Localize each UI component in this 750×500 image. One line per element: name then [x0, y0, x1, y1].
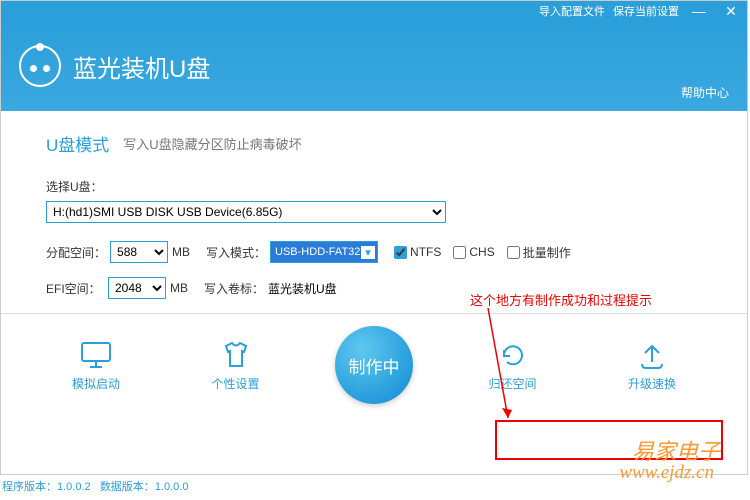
chs-checkbox[interactable]: CHS — [453, 245, 494, 259]
alloc-space-label: 分配空间： — [46, 244, 106, 261]
alloc-space-dropdown[interactable]: 588 — [110, 241, 168, 263]
volname-input[interactable] — [268, 278, 388, 298]
efi-space-dropdown[interactable]: 2048 — [108, 277, 166, 299]
upgrade-label: 升级速换 — [628, 375, 676, 392]
personal-label: 个性设置 — [211, 375, 259, 392]
annotation-arrow — [478, 308, 518, 428]
app-title: 蓝光装机U盘 — [73, 49, 210, 84]
alloc-unit: MB — [172, 245, 190, 259]
minimize-button[interactable]: — — [687, 2, 711, 20]
volname-label: 写入卷标： — [204, 280, 264, 297]
mode-desc: 写入U盘隐藏分区防止病毒破坏 — [123, 134, 301, 153]
save-settings-link[interactable]: 保存当前设置 — [613, 3, 679, 19]
import-config-link[interactable]: 导入配置文件 — [539, 3, 605, 19]
help-link[interactable]: 帮助中心 — [681, 84, 729, 101]
make-label: 制作中 — [349, 353, 400, 378]
monitor-icon — [78, 339, 114, 371]
write-mode-label: 写入模式： — [206, 244, 266, 261]
personal-button[interactable]: 个性设置 — [196, 339, 276, 392]
write-mode-value: USB-HDD-FAT32 — [275, 246, 360, 258]
chevron-down-icon: ▾ — [361, 246, 375, 259]
batch-checkbox[interactable]: 批量制作 — [507, 244, 571, 261]
batch-checkbox-input[interactable] — [507, 246, 520, 259]
mode-title: U盘模式 — [46, 131, 109, 156]
chs-checkbox-input[interactable] — [453, 246, 466, 259]
ntfs-checkbox-input[interactable] — [394, 246, 407, 259]
actions-bar: 模拟启动 个性设置 制作中 归还空间 升级 — [46, 322, 702, 404]
footer-version: 程序版本：1.0.0.2 数据版本：1.0.0.0 — [2, 478, 188, 494]
make-button[interactable]: 制作中 — [335, 326, 413, 404]
upgrade-button[interactable]: 升级速换 — [612, 339, 692, 392]
sim-boot-label: 模拟启动 — [72, 375, 120, 392]
header: 蓝光装机U盘 帮助中心 — [1, 21, 747, 111]
tshirt-icon — [218, 339, 254, 371]
efi-unit: MB — [170, 281, 188, 295]
divider — [1, 313, 747, 314]
ntfs-checkbox[interactable]: NTFS — [394, 245, 441, 259]
select-usb-dropdown[interactable]: H:(hd1)SMI USB DISK USB Device(6.85G) — [46, 201, 446, 223]
batch-label: 批量制作 — [523, 244, 571, 261]
select-usb-label: 选择U盘： — [46, 178, 104, 195]
efi-space-label: EFI空间： — [46, 280, 104, 297]
annotation-text: 这个地方有制作成功和过程提示 — [470, 290, 652, 309]
close-button[interactable]: ✕ — [719, 2, 743, 20]
write-mode-dropdown[interactable]: USB-HDD-FAT32 ▾ — [270, 241, 378, 263]
titlebar: 导入配置文件 保存当前设置 — ✕ — [1, 1, 747, 21]
chs-label: CHS — [469, 245, 494, 259]
watermark-url: www.ejdz.cn — [619, 462, 714, 484]
app-window: 导入配置文件 保存当前设置 — ✕ 蓝光装机U盘 帮助中心 U盘模式 写入U盘隐… — [0, 0, 748, 475]
ntfs-label: NTFS — [410, 245, 441, 259]
sim-boot-button[interactable]: 模拟启动 — [56, 339, 136, 392]
logo-icon — [19, 45, 61, 87]
upload-icon — [634, 339, 670, 371]
content-area: U盘模式 写入U盘隐藏分区防止病毒破坏 选择U盘： H:(hd1)SMI USB… — [1, 111, 747, 414]
